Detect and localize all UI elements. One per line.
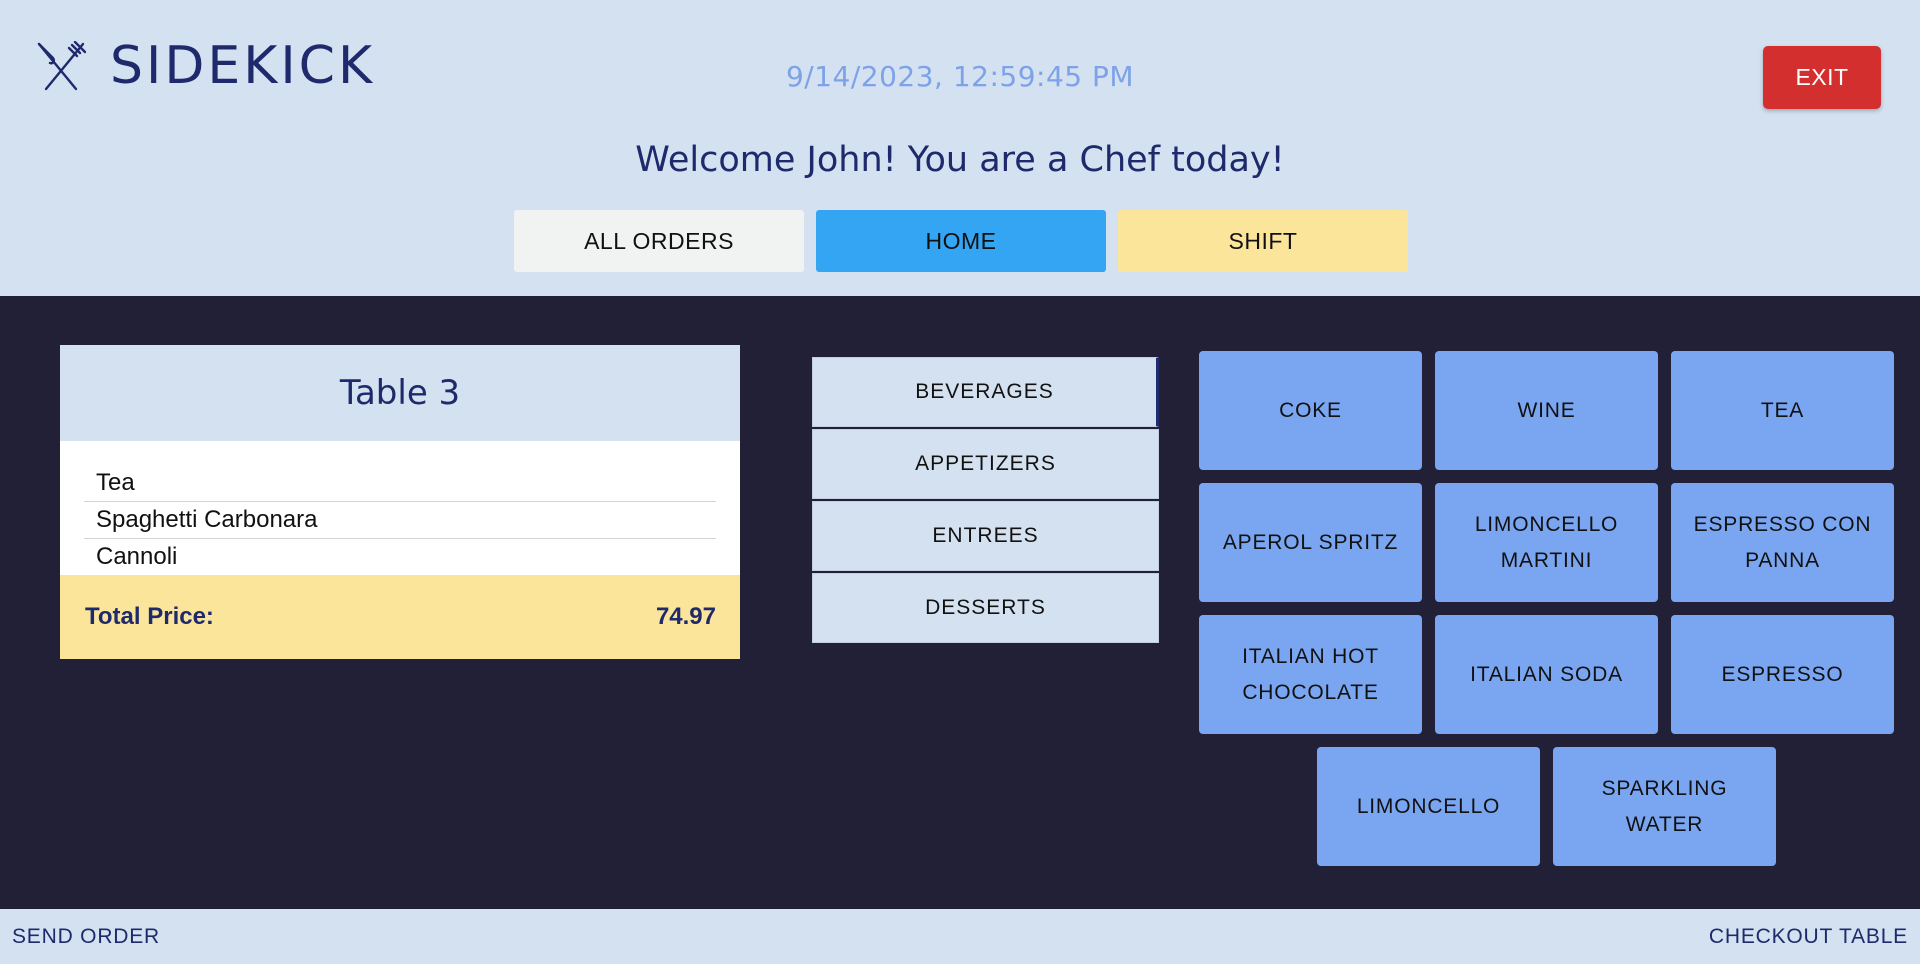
category-entrees[interactable]: ENTREES (812, 501, 1159, 571)
main-nav: ALL ORDERS HOME SHIFT (514, 210, 1408, 272)
menu-item-aperol-spritz[interactable]: APEROL SPRITZ (1199, 483, 1422, 602)
category-list: BEVERAGES APPETIZERS ENTREES DESSERTS (812, 357, 1159, 645)
menu-item-wine[interactable]: WINE (1435, 351, 1658, 470)
menu-item-sparkling-water[interactable]: SPARKLING WATER (1553, 747, 1776, 866)
total-price-label: Total Price: (85, 603, 214, 630)
menu-item-tea[interactable]: TEA (1671, 351, 1894, 470)
menu-item-coke[interactable]: COKE (1199, 351, 1422, 470)
category-desserts[interactable]: DESSERTS (812, 573, 1159, 643)
menu-item-italian-hot-chocolate[interactable]: ITALIAN HOT CHOCOLATE (1199, 615, 1422, 734)
order-item[interactable]: Tea (84, 465, 716, 502)
checkout-table-button[interactable]: CHECKOUT TABLE (1709, 925, 1908, 949)
menu-item-limoncello-martini[interactable]: LIMONCELLO MARTINI (1435, 483, 1658, 602)
category-appetizers[interactable]: APPETIZERS (812, 429, 1159, 499)
all-orders-button[interactable]: ALL ORDERS (514, 210, 804, 272)
menu-item-italian-soda[interactable]: ITALIAN SODA (1435, 615, 1658, 734)
datetime: 9/14/2023, 12:59:45 PM (785, 60, 1135, 93)
menu-item-espresso-con-panna[interactable]: ESPRESSO CON PANNA (1671, 483, 1894, 602)
order-items-list: Tea Spaghetti Carbonara Cannoli (60, 441, 740, 576)
order-card: Table 3 Tea Spaghetti Carbonara Cannoli … (60, 345, 740, 659)
order-total: Total Price: 74.97 (60, 575, 740, 659)
category-beverages[interactable]: BEVERAGES (812, 357, 1159, 427)
order-item[interactable]: Cannoli (84, 539, 716, 576)
send-order-button[interactable]: SEND ORDER (12, 925, 160, 949)
order-workspace: Table 3 Tea Spaghetti Carbonara Cannoli … (0, 296, 1920, 909)
exit-button[interactable]: EXIT (1763, 46, 1881, 109)
menu-item-espresso[interactable]: ESPRESSO (1671, 615, 1894, 734)
order-item[interactable]: Spaghetti Carbonara (84, 502, 716, 539)
header: SIDEKICK 9/14/2023, 12:59:45 PM EXIT Wel… (0, 0, 1920, 296)
footer: SEND ORDER CHECKOUT TABLE (0, 909, 1920, 964)
shift-button[interactable]: SHIFT (1118, 210, 1408, 272)
total-price-value: 74.97 (655, 603, 716, 630)
table-title: Table 3 (60, 345, 740, 441)
welcome-message: Welcome John! You are a Chef today! (635, 140, 1285, 180)
menu-item-limoncello[interactable]: LIMONCELLO (1317, 747, 1540, 866)
home-button[interactable]: HOME (816, 210, 1106, 272)
